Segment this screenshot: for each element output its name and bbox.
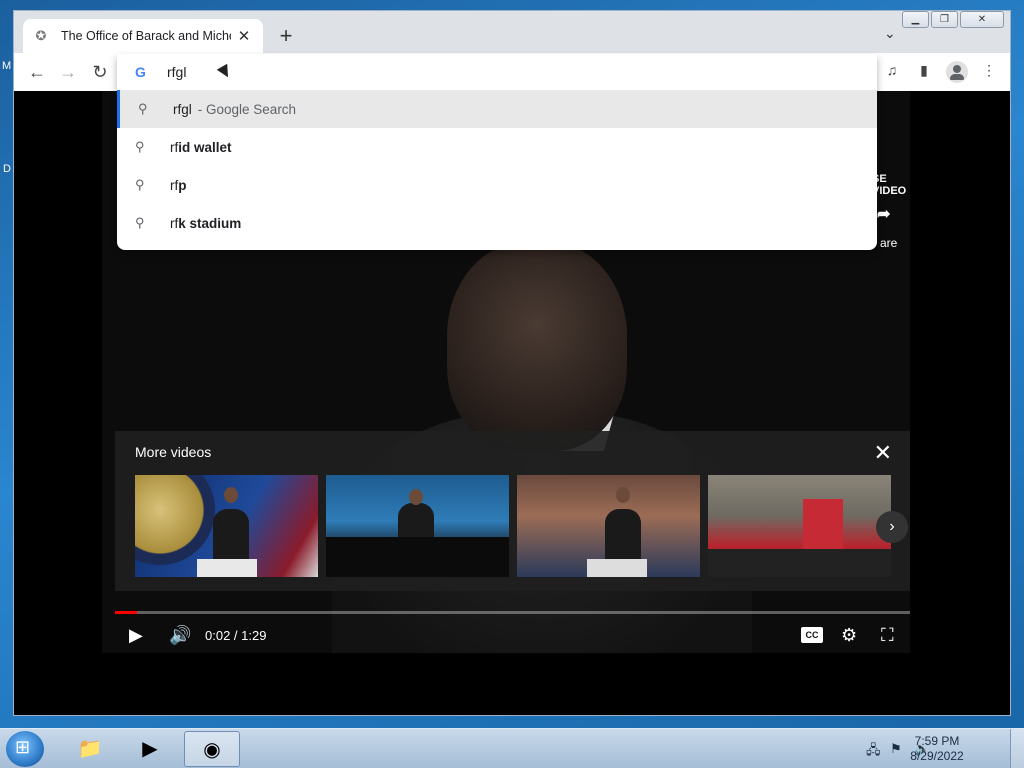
address-bar-input[interactable] [167,62,467,82]
speaker-face [616,487,630,503]
action-center-flag-icon[interactable]: ⚑ [890,741,902,757]
omnibox-input-row: G [117,54,877,90]
video-frame-figure-head [447,241,627,451]
video-progress-bar[interactable] [115,611,910,614]
reload-button[interactable]: ↻ [89,61,111,83]
media-player-icon[interactable]: ▶ [122,731,178,767]
media-controls-icon[interactable]: ♫ [881,62,903,82]
more-videos-panel: More videos ✕ › [115,431,910,591]
profile-avatar-icon[interactable] [946,61,968,83]
browser-tab[interactable]: ✪ The Office of Barack and Michelle Obam… [23,19,263,53]
google-icon: G [135,64,146,80]
presidential-seal-graphic [135,475,215,565]
more-videos-next-button[interactable]: › [876,511,908,543]
chrome-menu-icon[interactable]: ⋮ [978,62,1000,82]
restore-button[interactable]: ❐ [931,11,958,28]
podium-graphic [197,559,257,577]
minimize-button[interactable]: ▁ [902,11,929,28]
back-button[interactable]: ← [26,61,48,83]
share-label[interactable]: are [880,236,897,250]
more-videos-close-icon[interactable]: ✕ [874,440,892,466]
speaker-face [224,487,238,503]
new-tab-button[interactable]: + [274,25,298,49]
crowd-silhouette [708,549,891,577]
video-thumbnail[interactable] [326,475,509,577]
tab-strip: ✪ The Office of Barack and Michelle Obam… [14,11,1010,53]
window-controls: ▁ ❐ ✕ [900,11,1004,28]
speaker-figure [213,509,249,563]
crowd-silhouette [326,537,509,577]
suggestion-text: rfp [170,177,187,193]
share-icon[interactable]: ➦ [877,204,890,224]
omnibox-dropdown: G ⚲ rfgl - Google Search ⚲ rfid wallet ⚲… [117,54,877,250]
desktop-icon-label-fragment: M [2,60,12,72]
desktop-icon-label-fragment: D [3,163,11,175]
chrome-window: ✪ The Office of Barack and Michelle Obam… [13,10,1011,716]
start-button[interactable] [6,731,44,767]
tab-search-chevron-icon[interactable]: ⌄ [884,25,896,42]
speaker-figure [605,509,641,563]
video-thumbnail[interactable] [517,475,700,577]
file-explorer-icon[interactable]: 📁 [62,731,118,767]
video-controls: ▶ 🔊 0:02 / 1:29 CC ⚙ ⛶ [115,619,910,653]
volume-icon[interactable]: 🔊 [169,625,191,646]
more-videos-title: More videos [135,444,212,460]
network-icon[interactable]: 🖧 [866,741,881,763]
fullscreen-icon[interactable]: ⛶ [881,625,894,646]
clock-time: 7:59 PM [914,734,960,748]
podium-graphic [587,559,647,577]
suggestion-item[interactable]: ⚲ rfk stadium [117,204,877,242]
video-progress-fill [115,611,138,614]
search-icon: ⚲ [135,139,145,154]
windows-taskbar: 📁 ▶ ◉ 🖧 ⚑ 🔈 7:59 PM 8/29/2022 [0,728,1024,768]
search-icon: ⚲ [135,177,145,192]
search-icon: ⚲ [138,101,148,116]
suggestion-google-search[interactable]: ⚲ rfgl - Google Search [117,90,877,128]
suggestion-item[interactable]: ⚲ rfid wallet [117,128,877,166]
suggestion-text: rfid wallet [170,139,232,155]
suggestion-text: rfk stadium [170,215,242,231]
search-icon: ⚲ [135,215,145,230]
window-close-button[interactable]: ✕ [960,11,1004,28]
forward-button[interactable]: → [57,61,79,83]
seal-favicon-icon: ✪ [35,28,47,43]
suggestion-item[interactable]: ⚲ rfp [117,166,877,204]
suggestion-subtext: - Google Search [197,101,297,117]
video-overlay-label: SE VIDEO [872,173,907,197]
play-button[interactable]: ▶ [129,625,143,646]
suggestion-text: rfgl [173,101,192,117]
clock-date: 8/29/2022 [910,749,964,763]
system-clock[interactable]: 7:59 PM 8/29/2022 [902,734,972,764]
chrome-taskbar-icon[interactable]: ◉ [184,731,240,767]
settings-gear-icon[interactable]: ⚙ [841,625,857,646]
tab-title: The Office of Barack and Michelle Obama [61,29,231,43]
video-thumbnail[interactable] [708,475,891,577]
tab-close-icon[interactable]: ✕ [235,27,253,45]
speaker-face [409,489,423,505]
video-thumbnail[interactable] [135,475,318,577]
captions-button[interactable]: CC [801,627,823,643]
video-time: 0:02 / 1:29 [205,628,267,643]
show-desktop-button[interactable] [1010,729,1024,768]
side-panel-icon[interactable]: ▮ [913,62,935,82]
